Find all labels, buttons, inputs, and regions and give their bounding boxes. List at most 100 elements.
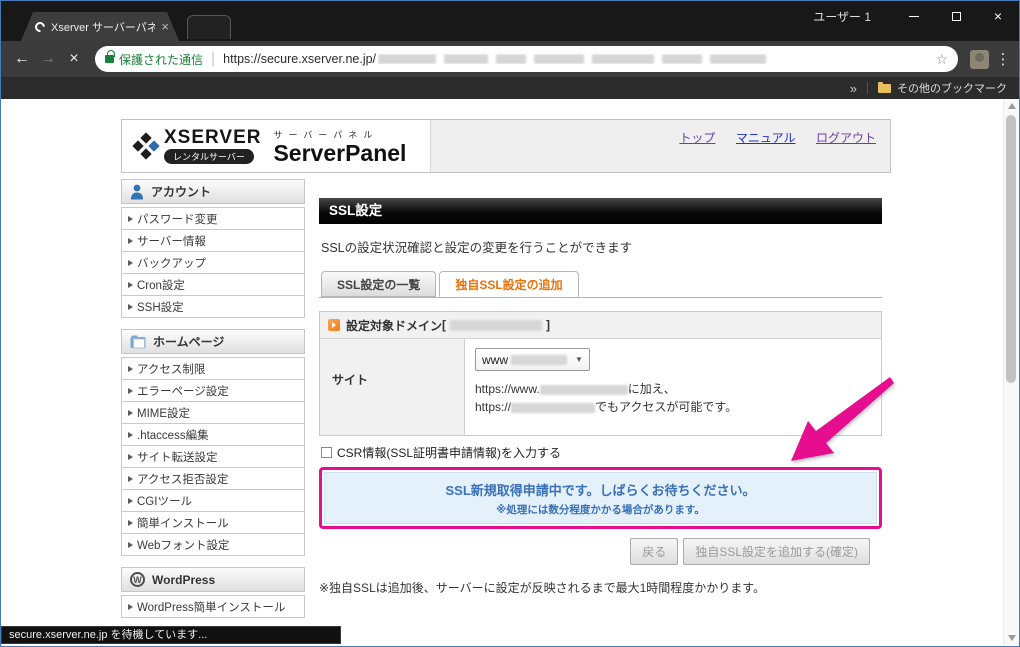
url-bar[interactable]: 保護された通信 | https://secure.xserver.ne.jp/ … bbox=[95, 46, 958, 72]
sidebar-item-label: エラーページ設定 bbox=[137, 383, 229, 399]
back-form-button[interactable]: 戻る bbox=[630, 538, 678, 565]
sidebar-item-access-deny[interactable]: アクセス拒否設定 bbox=[121, 467, 305, 490]
sidebar-item-label: アクセス制限 bbox=[137, 361, 205, 377]
sidebar-item-label: バックアップ bbox=[137, 255, 206, 271]
sidebar-section-account: アカウント パスワード変更 サーバー情報 バックアップ Cron設定 SSH設定 bbox=[121, 179, 305, 318]
arrow-bullet-icon bbox=[128, 542, 133, 548]
sidebar-item-webfont[interactable]: Webフォント設定 bbox=[121, 533, 305, 556]
arrow-bullet-icon bbox=[128, 520, 133, 526]
domain-settings-box: 設定対象ドメイン [ ] サイト www ▼ bbox=[319, 311, 882, 436]
tab-ssl-list[interactable]: SSL設定の一覧 bbox=[321, 271, 436, 297]
browser-window: Xserver サーバーパネル × ユーザー 1 × ← → × 保護された通信… bbox=[0, 0, 1020, 647]
arrow-bullet-icon bbox=[128, 304, 133, 310]
tab-close-icon[interactable]: × bbox=[161, 20, 169, 33]
sidebar-item-label: アクセス拒否設定 bbox=[137, 471, 228, 487]
bookmarks-separator bbox=[867, 82, 868, 94]
back-button[interactable]: ← bbox=[9, 50, 35, 68]
page-title: SSL設定 bbox=[319, 198, 882, 224]
submit-ssl-button[interactable]: 独自SSL設定を追加する(確定) bbox=[683, 538, 870, 565]
sidebar-item-label: MIME設定 bbox=[137, 405, 190, 421]
chevron-down-icon: ▼ bbox=[575, 355, 583, 364]
maximize-button[interactable] bbox=[935, 2, 977, 30]
sidebar-item-site-transfer[interactable]: サイト転送設定 bbox=[121, 445, 305, 468]
sidebar-item-access-limit[interactable]: アクセス制限 bbox=[121, 357, 305, 380]
top-link[interactable]: トップ bbox=[679, 131, 715, 145]
browser-tab[interactable]: Xserver サーバーパネル × bbox=[21, 12, 179, 41]
annotation-highlight-box: SSL新規取得申請中です。しばらくお待ちください。 ※処理には数分程度かかる場合… bbox=[319, 467, 882, 529]
domain-header-label: 設定対象ドメイン bbox=[346, 317, 442, 334]
close-button[interactable]: × bbox=[977, 2, 1019, 30]
tab-add-own-ssl[interactable]: 独自SSL設定の追加 bbox=[439, 271, 578, 297]
manual-link[interactable]: マニュアル bbox=[736, 131, 796, 145]
sidebar-item-error-page[interactable]: エラーページ設定 bbox=[121, 379, 305, 402]
sidebar-item-wp-install[interactable]: WordPress簡単インストール bbox=[121, 595, 305, 618]
tab-strip: Xserver サーバーパネル × ユーザー 1 × bbox=[1, 1, 1019, 41]
csr-checkbox[interactable] bbox=[321, 447, 332, 458]
sidebar-item-server-info[interactable]: サーバー情報 bbox=[121, 229, 305, 252]
avatar-icon[interactable] bbox=[970, 50, 989, 69]
site-select[interactable]: www ▼ bbox=[475, 348, 590, 371]
product-title: ServerPanel bbox=[273, 141, 406, 165]
sidebar-item-cron[interactable]: Cron設定 bbox=[121, 273, 305, 296]
arrow-bullet-icon bbox=[128, 410, 133, 416]
sidebar-item-cgi[interactable]: CGIツール bbox=[121, 489, 305, 512]
sidebar-item-mime[interactable]: MIME設定 bbox=[121, 401, 305, 424]
sidebar-item-backup[interactable]: バックアップ bbox=[121, 251, 305, 274]
redacted-select-domain bbox=[511, 355, 567, 365]
redacted-block bbox=[710, 54, 766, 64]
scroll-down-icon[interactable] bbox=[1008, 635, 1016, 641]
bookmark-star-icon[interactable]: ☆ bbox=[935, 51, 948, 68]
sidebar-item-password[interactable]: パスワード変更 bbox=[121, 207, 305, 230]
sidebar-item-label: パスワード変更 bbox=[137, 211, 218, 227]
forward-button[interactable]: → bbox=[35, 50, 61, 68]
sidebar-section-title: WordPress bbox=[152, 573, 215, 587]
sidebar-item-ssh[interactable]: SSH設定 bbox=[121, 295, 305, 318]
sidebar-item-easy-install[interactable]: 簡単インストール bbox=[121, 511, 305, 534]
ssl-tabs: SSL設定の一覧 独自SSL設定の追加 bbox=[319, 271, 882, 298]
url-text: https://secure.xserver.ne.jp/ bbox=[223, 52, 376, 66]
header-links: トップ マニュアル ログアウト bbox=[430, 120, 890, 172]
other-bookmarks-label[interactable]: その他のブックマーク bbox=[897, 80, 1007, 96]
browser-profile-label[interactable]: ユーザー 1 bbox=[813, 8, 871, 25]
ssl-pending-notice: SSL新規取得申請中です。しばらくお待ちください。 ※処理には数分程度かかる場合… bbox=[324, 472, 877, 524]
page-scrollbar[interactable] bbox=[1003, 99, 1018, 645]
bookmarks-overflow-icon[interactable]: » bbox=[850, 81, 857, 96]
redacted-url bbox=[511, 403, 595, 413]
main-content: SSL設定 SSLの設定状況確認と設定の変更を行うことができます SSL設定の一… bbox=[319, 198, 882, 596]
site-header: XSERVER レンタルサーバー サーバーパネル ServerPanel トップ… bbox=[121, 119, 891, 173]
url-separator: | bbox=[211, 50, 215, 68]
stop-button[interactable]: × bbox=[61, 50, 87, 68]
loading-spinner-icon bbox=[33, 19, 47, 33]
page-viewport: XSERVER レンタルサーバー サーバーパネル ServerPanel トップ… bbox=[2, 99, 1018, 645]
domain-header: 設定対象ドメイン [ ] bbox=[320, 312, 881, 339]
redacted-domain bbox=[450, 320, 542, 331]
access-line1-prefix: https://www. bbox=[475, 382, 540, 396]
logout-link[interactable]: ログアウト bbox=[816, 131, 876, 145]
arrow-bullet-icon bbox=[128, 498, 133, 504]
sidebar-item-label: CGIツール bbox=[137, 493, 192, 509]
arrow-bullet-icon bbox=[128, 432, 133, 438]
status-bar: secure.xserver.ne.jp を待機しています... bbox=[1, 626, 341, 644]
wordpress-icon: W bbox=[130, 572, 145, 587]
sidebar-item-label: Webフォント設定 bbox=[137, 537, 229, 553]
tab-title: Xserver サーバーパネル bbox=[51, 19, 155, 35]
sidebar-section-header: W WordPress bbox=[121, 567, 305, 592]
padlock-icon bbox=[105, 55, 114, 63]
sidebar-item-label: Cron設定 bbox=[137, 277, 185, 293]
redacted-block bbox=[444, 54, 488, 64]
scroll-up-icon[interactable] bbox=[1008, 103, 1016, 109]
sidebar-item-label: サーバー情報 bbox=[137, 233, 206, 249]
sidebar-item-label: WordPress簡単インストール bbox=[137, 599, 285, 615]
orange-bullet-icon bbox=[328, 319, 340, 331]
bookmarks-bar: » その他のブックマーク bbox=[1, 77, 1019, 99]
new-tab-button[interactable] bbox=[187, 15, 231, 39]
minimize-button[interactable] bbox=[893, 2, 935, 30]
scrollbar-thumb[interactable] bbox=[1006, 115, 1016, 383]
access-line-1: https://www.に加え、 bbox=[475, 380, 881, 398]
sidebar: アカウント パスワード変更 サーバー情報 バックアップ Cron設定 SSH設定… bbox=[121, 179, 305, 629]
sidebar-item-label: サイト転送設定 bbox=[137, 449, 218, 465]
menu-dots-icon[interactable]: ⋮ bbox=[995, 50, 1011, 68]
sidebar-item-htaccess[interactable]: .htaccess編集 bbox=[121, 423, 305, 446]
csr-checkbox-label: CSR情報(SSL証明書申請情報)を入力する bbox=[337, 444, 561, 461]
xserver-logo[interactable]: XSERVER レンタルサーバー サーバーパネル ServerPanel bbox=[122, 120, 430, 172]
